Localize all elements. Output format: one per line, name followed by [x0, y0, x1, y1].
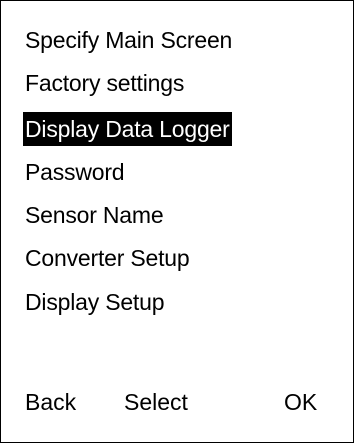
menu-item-display-setup[interactable]: Display Setup — [23, 285, 166, 319]
menu-item-label: Display Setup — [25, 289, 165, 315]
menu-item-label: Sensor Name — [25, 202, 164, 228]
menu-item-password[interactable]: Password — [23, 155, 126, 189]
menu-item-specify-main-screen[interactable]: Specify Main Screen — [23, 23, 234, 57]
menu-item-display-data-logger[interactable]: Display Data Logger — [23, 112, 232, 146]
ok-softkey[interactable]: OK — [284, 385, 317, 419]
menu-item-sensor-name[interactable]: Sensor Name — [23, 198, 165, 232]
select-softkey[interactable]: Select — [124, 385, 188, 419]
back-softkey[interactable]: Back — [25, 385, 76, 419]
menu-item-converter-setup[interactable]: Converter Setup — [23, 241, 191, 275]
menu-item-label: Converter Setup — [25, 245, 190, 271]
device-screen: Specify Main Screen Factory settings Dis… — [0, 0, 354, 443]
menu-item-label: Display Data Logger — [25, 116, 230, 142]
menu-item-label: Factory settings — [25, 70, 185, 96]
menu-item-factory-settings[interactable]: Factory settings — [23, 66, 186, 100]
menu-item-label: Specify Main Screen — [25, 27, 233, 53]
menu-item-label: Password — [25, 159, 125, 185]
